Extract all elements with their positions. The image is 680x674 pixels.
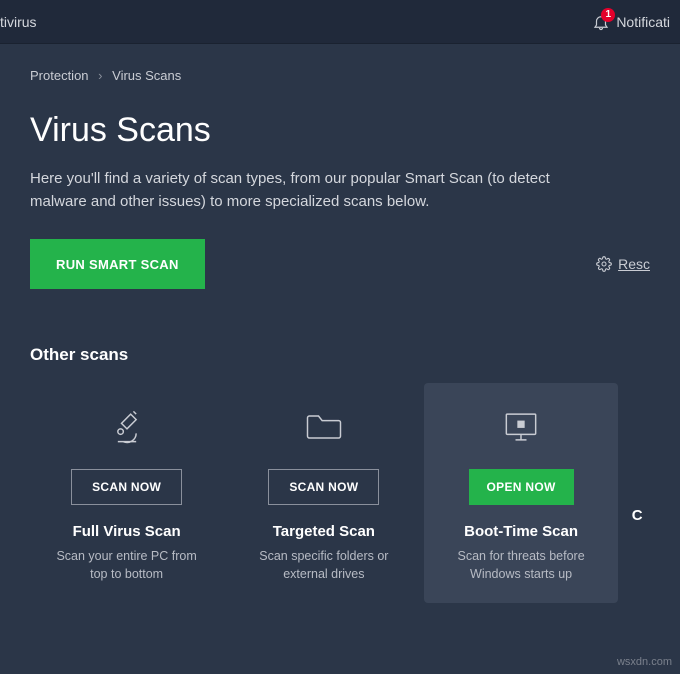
monitor-icon <box>499 401 543 453</box>
breadcrumb: Protection › Virus Scans <box>30 68 650 83</box>
card-title: Boot-Time Scan <box>464 523 578 540</box>
card-desc: Scan your entire PC from top to bottom <box>48 548 205 583</box>
targeted-scan-card: SCAN NOW Targeted Scan Scan specific fol… <box>227 383 420 603</box>
gear-icon <box>596 256 612 272</box>
partial-card-title: C <box>632 507 643 524</box>
rescan-label: Resc <box>618 256 650 272</box>
run-smart-scan-button[interactable]: RUN SMART SCAN <box>30 239 205 289</box>
page-title: Virus Scans <box>30 111 650 150</box>
microscope-icon <box>105 401 149 453</box>
breadcrumb-root[interactable]: Protection <box>30 68 89 83</box>
notifications-button[interactable]: 1 Notificati <box>592 13 670 31</box>
partial-card: C <box>622 383 650 603</box>
card-desc: Scan specific folders or external drives <box>245 548 402 583</box>
scan-cards-row: SCAN NOW Full Virus Scan Scan your entir… <box>30 383 650 603</box>
watermark: wsxdn.com <box>617 656 672 668</box>
notif-label: Notificati <box>616 14 670 30</box>
other-scans-heading: Other scans <box>30 345 650 365</box>
rescan-link[interactable]: Resc <box>596 256 650 272</box>
boot-time-scan-card[interactable]: OPEN NOW Boot-Time Scan Scan for threats… <box>424 383 617 603</box>
page-description: Here you'll find a variety of scan types… <box>30 168 590 213</box>
folder-icon <box>302 401 346 453</box>
boot-time-open-button[interactable]: OPEN NOW <box>469 469 574 505</box>
card-title: Full Virus Scan <box>73 523 181 540</box>
breadcrumb-leaf: Virus Scans <box>112 68 181 83</box>
hero-row: RUN SMART SCAN Resc <box>30 239 650 289</box>
card-desc: Scan for threats before Windows starts u… <box>442 548 599 583</box>
full-virus-scan-card: SCAN NOW Full Virus Scan Scan your entir… <box>30 383 223 603</box>
main-content: Protection › Virus Scans Virus Scans Her… <box>0 44 680 633</box>
breadcrumb-sep: › <box>98 68 102 83</box>
card-title: Targeted Scan <box>273 523 375 540</box>
app-name-partial: tivirus <box>0 14 37 30</box>
notif-badge: 1 <box>601 8 615 22</box>
topbar: tivirus 1 Notificati <box>0 0 680 44</box>
full-scan-button[interactable]: SCAN NOW <box>71 469 182 505</box>
targeted-scan-button[interactable]: SCAN NOW <box>268 469 379 505</box>
